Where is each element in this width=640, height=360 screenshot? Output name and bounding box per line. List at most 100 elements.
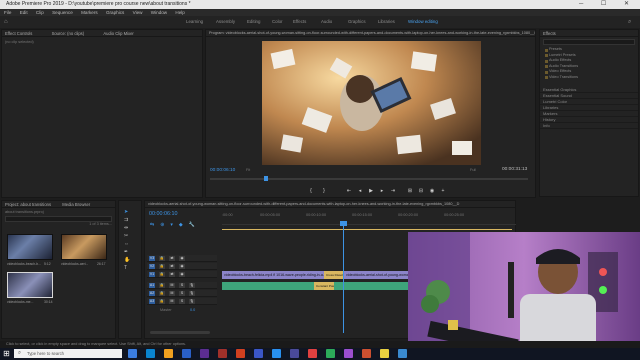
taskbar-app-icon[interactable] (146, 349, 155, 358)
hand-tool-icon[interactable]: ✋ (119, 255, 141, 263)
transition-cross-dissolve[interactable]: Cross Dissolve (324, 271, 344, 279)
master-volume-value[interactable]: 0.0 (190, 308, 195, 312)
play-icon[interactable]: ▶ (368, 189, 374, 194)
taskbar-app-icon[interactable] (362, 349, 371, 358)
taskbar-app-icon[interactable] (308, 349, 317, 358)
button-editor-icon[interactable]: + (440, 189, 446, 194)
go-to-out-icon[interactable]: ⇥ (390, 189, 396, 194)
track-header-v2[interactable]: V2 🔒 ⇄ ◉ (147, 263, 217, 270)
mute-icon[interactable]: M (169, 291, 175, 296)
taskbar-app-icon[interactable] (326, 349, 335, 358)
sync-lock-icon[interactable]: ⇄ (169, 272, 175, 277)
taskbar-app-icon[interactable] (272, 349, 281, 358)
track-header-v3[interactable]: V3 🔒 ⇄ ◉ (147, 255, 217, 262)
taskbar-app-icon[interactable] (128, 349, 137, 358)
razor-tool-icon[interactable]: ✂ (119, 231, 141, 239)
mute-icon[interactable]: M (169, 299, 175, 304)
workspace-graphics[interactable]: Graphics (348, 16, 366, 28)
export-frame-icon[interactable]: ◉ (429, 189, 435, 194)
transition-constant-power[interactable]: Constant Power (314, 282, 334, 290)
taskbar-app-icon[interactable] (164, 349, 173, 358)
project-clip-thumbnail[interactable] (7, 272, 53, 298)
home-icon[interactable]: ⌂ (4, 16, 8, 28)
tab-effect-controls[interactable]: Effect Controls (5, 31, 32, 36)
track-select-tool-icon[interactable]: ⇉ (119, 215, 141, 223)
type-tool-icon[interactable]: T (119, 263, 141, 271)
program-zoom-select[interactable]: Fit (246, 168, 250, 172)
menu-edit[interactable]: Edit (20, 10, 28, 15)
lock-icon[interactable]: 🔒 (159, 256, 165, 261)
track-label-a3[interactable]: A3 (149, 299, 155, 304)
timeline-zoom-scrollbar[interactable] (150, 331, 210, 334)
mic-icon[interactable]: 🎙 (189, 291, 195, 296)
tab-media-browser[interactable]: Media Browser (62, 202, 90, 207)
sync-lock-icon[interactable]: ⇄ (169, 256, 175, 261)
workspace-audio[interactable]: Audio (321, 16, 332, 28)
tab-effects[interactable]: Effects (540, 30, 638, 37)
step-forward-icon[interactable]: ▸ (379, 189, 385, 194)
slip-tool-icon[interactable]: ⇔ (119, 239, 141, 247)
program-playhead[interactable] (264, 176, 268, 181)
program-quality-select[interactable]: Full (470, 168, 476, 172)
project-clip-thumbnail[interactable] (61, 234, 107, 260)
menu-clip[interactable]: Clip (36, 10, 44, 15)
effects-search-input[interactable] (543, 39, 635, 45)
mark-in-icon[interactable]: { (308, 189, 314, 194)
lock-icon[interactable]: 🔒 (159, 291, 165, 296)
menu-markers[interactable]: Markers (81, 10, 98, 15)
windows-start-icon[interactable]: ⊞ (2, 349, 11, 358)
ripple-edit-tool-icon[interactable]: ⇹ (119, 223, 141, 231)
lock-icon[interactable]: 🔒 (159, 283, 165, 288)
workspace-libraries[interactable]: Libraries (378, 16, 395, 28)
timeline-playhead[interactable] (343, 225, 344, 333)
menu-window[interactable]: Window (151, 10, 167, 15)
track-header-v1[interactable]: V1 🔒 ⇄ ◉ (147, 271, 217, 278)
track-label-a2[interactable]: A2 (149, 291, 155, 296)
menu-help[interactable]: Help (175, 10, 184, 15)
taskbar-app-icon[interactable] (254, 349, 263, 358)
program-video-frame[interactable] (262, 41, 481, 165)
tab-audio-clip-mixer[interactable]: Audio Clip Mixer (103, 31, 134, 36)
taskbar-app-icon[interactable] (200, 349, 209, 358)
taskbar-app-icon[interactable] (290, 349, 299, 358)
menu-graphics[interactable]: Graphics (106, 10, 124, 15)
pen-tool-icon[interactable]: ✒ (119, 247, 141, 255)
solo-icon[interactable]: S (179, 283, 185, 288)
timeline-clip-v1-a[interactable]: videoblocks-beach-felicia-mp4 fl 1016-wa… (222, 271, 326, 279)
mic-icon[interactable]: 🎙 (189, 299, 195, 304)
lock-icon[interactable]: 🔒 (159, 299, 165, 304)
workspace-color[interactable]: Color (272, 16, 283, 28)
timeline-sequence-tab[interactable]: videoblocks-aerial-shot-of-young-woman-s… (145, 201, 515, 208)
taskbar-app-icon[interactable] (182, 349, 191, 358)
taskbar-search-input[interactable]: Type here to search (14, 349, 122, 358)
taskbar-app-icon[interactable] (398, 349, 407, 358)
go-to-in-icon[interactable]: ⇤ (346, 189, 352, 194)
tab-project[interactable]: Project: about transitions (5, 202, 51, 207)
workspace-effects[interactable]: Effects (293, 16, 306, 28)
track-label-a1[interactable]: A1 (149, 283, 155, 288)
step-back-icon[interactable]: ◂ (357, 189, 363, 194)
tab-source[interactable]: Source: (no clips) (52, 31, 85, 36)
timeline-playhead-handle[interactable] (340, 221, 347, 226)
taskbar-app-icon[interactable] (218, 349, 227, 358)
window-controls[interactable]: ─ ☐ ✕ (579, 0, 637, 9)
taskbar-app-icon[interactable] (380, 349, 389, 358)
taskbar-app-icon[interactable] (236, 349, 245, 358)
lock-icon[interactable]: 🔒 (159, 272, 165, 277)
track-header-a3[interactable]: A3 🔒 M S 🎙 (147, 298, 217, 305)
project-clip-thumbnail[interactable] (7, 234, 53, 260)
workspace-editing[interactable]: Editing (247, 16, 260, 28)
lock-icon[interactable]: 🔒 (159, 264, 165, 269)
timeline-clip-v1-b[interactable]: videoblocks-aerial-shot-of-young-woman-s… (344, 271, 408, 279)
program-scrub-bar[interactable] (210, 178, 528, 180)
insert-icon[interactable]: ⊞ (407, 189, 413, 194)
track-header-a1[interactable]: A1 🔒 M S 🎙 (147, 282, 217, 289)
track-label-v2[interactable]: V2 (149, 264, 155, 269)
mute-icon[interactable]: M (169, 283, 175, 288)
workspace-learning[interactable]: Learning (186, 16, 203, 28)
selection-tool-icon[interactable]: ➤ (119, 201, 141, 215)
timeline-tool-icons[interactable]: ⇆⊕▾◆🔧 (150, 222, 201, 228)
track-label-v1[interactable]: V1 (149, 272, 155, 277)
eye-icon[interactable]: ◉ (179, 272, 185, 277)
sync-lock-icon[interactable]: ⇄ (169, 264, 175, 269)
